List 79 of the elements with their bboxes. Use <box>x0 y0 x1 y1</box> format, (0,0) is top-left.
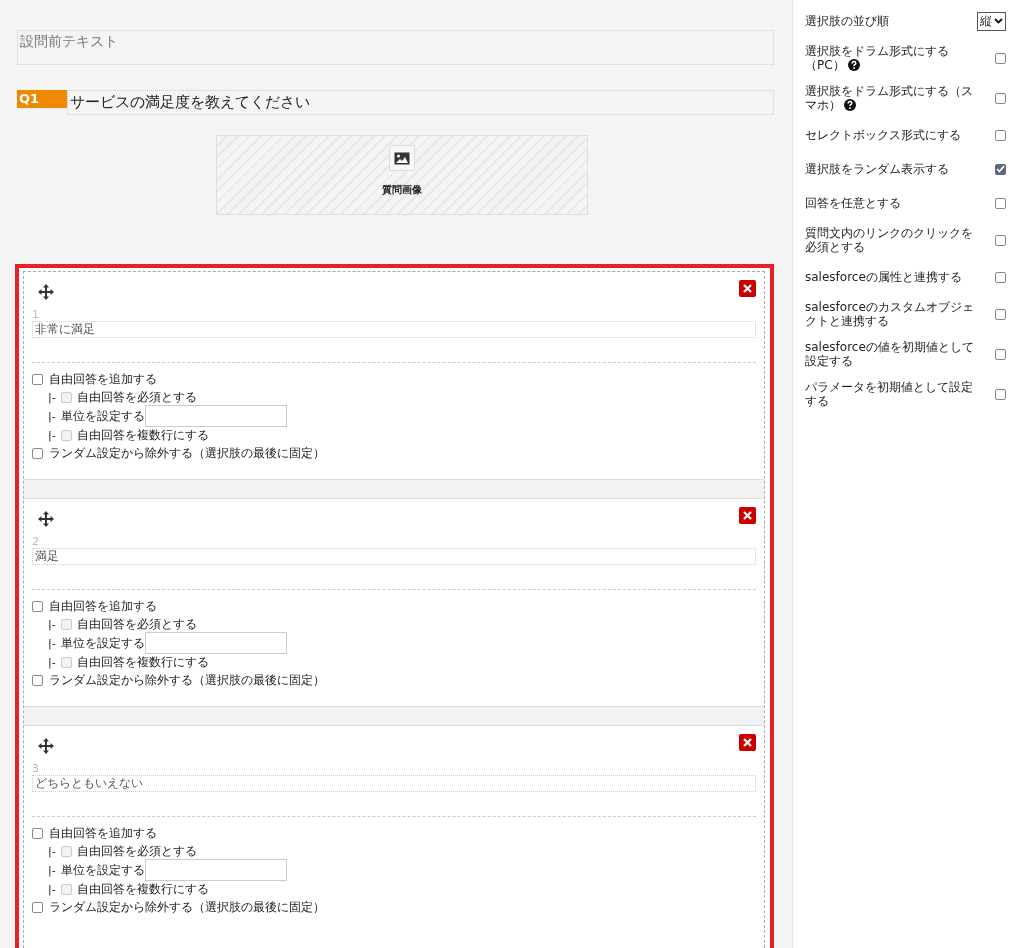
setting-label: 選択肢の並び順 <box>805 14 890 28</box>
move-icon[interactable] <box>38 284 54 300</box>
tree-prefix: |- <box>48 409 56 423</box>
tree-prefix: |- <box>48 844 56 858</box>
checkbox-label: 自由回答を追加する <box>49 370 157 388</box>
checkbox[interactable] <box>995 129 1006 141</box>
question-text-field[interactable]: サービスの満足度を教えてください <box>67 90 774 115</box>
checkbox-label: ランダム設定から除外する（選択肢の最後に固定） <box>49 671 325 689</box>
checkbox-label: 自由回答を追加する <box>49 597 157 615</box>
setting-label: salesforceの値を初期値として設定する <box>805 340 975 368</box>
close-icon <box>743 284 752 293</box>
delete-button[interactable] <box>739 280 756 297</box>
delete-button[interactable] <box>739 734 756 751</box>
question-number-badge: Q1 <box>17 90 67 108</box>
setting-label: セレクトボックス形式にする <box>805 128 962 142</box>
option-number: 3 <box>32 762 40 775</box>
tree-prefix: |- <box>48 863 56 877</box>
checkbox[interactable] <box>32 447 43 459</box>
unit-input-field[interactable] <box>144 632 287 654</box>
option-text-field[interactable]: どちらともいえない <box>32 775 756 792</box>
checkbox[interactable] <box>995 163 1006 175</box>
option-number: 1 <box>32 308 40 321</box>
setting-label: 選択肢をドラム形式にする（スマホ） <box>805 84 974 112</box>
tree-prefix: |- <box>48 655 56 669</box>
checkbox-label: 自由回答を追加する <box>49 824 157 842</box>
unit-input-field[interactable] <box>144 859 287 881</box>
checkbox-label: ランダム設定から除外する（選択肢の最後に固定） <box>49 444 325 462</box>
checkbox[interactable] <box>995 92 1006 104</box>
move-icon[interactable] <box>38 511 54 527</box>
setting-label: 選択肢をランダム表示する <box>805 162 950 176</box>
chevron-down-icon <box>994 18 1003 24</box>
unit-label: 単位を設定する <box>60 861 145 879</box>
checkbox[interactable] <box>32 901 43 913</box>
setting-label: 選択肢をドラム形式にする（PC） <box>805 44 950 72</box>
setting-label: 回答を任意とする <box>805 196 902 210</box>
help-icon[interactable] <box>847 59 860 71</box>
unit-label: 単位を設定する <box>60 634 145 652</box>
image-icon[interactable] <box>388 145 415 171</box>
checkbox[interactable] <box>995 197 1006 209</box>
setting-label: パラメータを初期値として設定する <box>805 380 974 408</box>
checkbox[interactable] <box>995 52 1006 64</box>
close-icon <box>743 511 752 520</box>
unit-label: 単位を設定する <box>60 407 145 425</box>
checkbox[interactable] <box>32 373 43 385</box>
checkbox-label: 自由回答を複数行にする <box>76 653 209 671</box>
option-text-field[interactable]: 非常に満足 <box>32 321 756 338</box>
checkbox-label: 自由回答を必須とする <box>76 388 197 406</box>
setting-label: salesforceの属性と連携する <box>805 270 963 284</box>
unit-input-field[interactable] <box>144 405 287 427</box>
checkbox-label: 自由回答を複数行にする <box>76 426 209 444</box>
image-label: 質問画像 <box>381 183 422 197</box>
setting-label: salesforceのカスタムオブジェクトと連携する <box>805 300 975 328</box>
close-icon <box>743 738 752 747</box>
checkbox-label: 自由回答を複数行にする <box>76 880 209 898</box>
help-icon[interactable] <box>844 99 856 111</box>
checkbox[interactable] <box>995 308 1006 320</box>
checkbox[interactable] <box>995 348 1006 360</box>
pre-question-text-field[interactable]: 設問前テキスト <box>17 30 774 65</box>
question-image-area[interactable]: 質問画像 <box>215 135 588 215</box>
checkbox[interactable] <box>995 388 1006 400</box>
delete-button[interactable] <box>739 507 756 524</box>
tree-prefix: |- <box>48 617 56 631</box>
tree-prefix: |- <box>48 636 56 650</box>
tree-prefix: |- <box>48 428 56 442</box>
checkbox-label: ランダム設定から除外する（選択肢の最後に固定） <box>49 898 325 916</box>
checkbox[interactable] <box>995 271 1006 283</box>
checkbox[interactable] <box>32 674 43 686</box>
checkbox[interactable] <box>995 234 1006 246</box>
checkbox-label: 自由回答を必須とする <box>76 842 197 860</box>
checkbox[interactable] <box>32 600 43 612</box>
checkbox-label: 自由回答を必須とする <box>76 615 197 633</box>
tree-prefix: |- <box>48 390 56 404</box>
tree-prefix: |- <box>48 882 56 896</box>
option-number: 2 <box>32 535 40 548</box>
order-select[interactable]: 縦 <box>977 11 1006 31</box>
setting-label: 質問文内のリンクのクリックを必須とする <box>805 226 974 254</box>
move-icon[interactable] <box>38 738 54 754</box>
option-text-field[interactable]: 満足 <box>32 548 756 565</box>
checkbox[interactable] <box>32 827 43 839</box>
